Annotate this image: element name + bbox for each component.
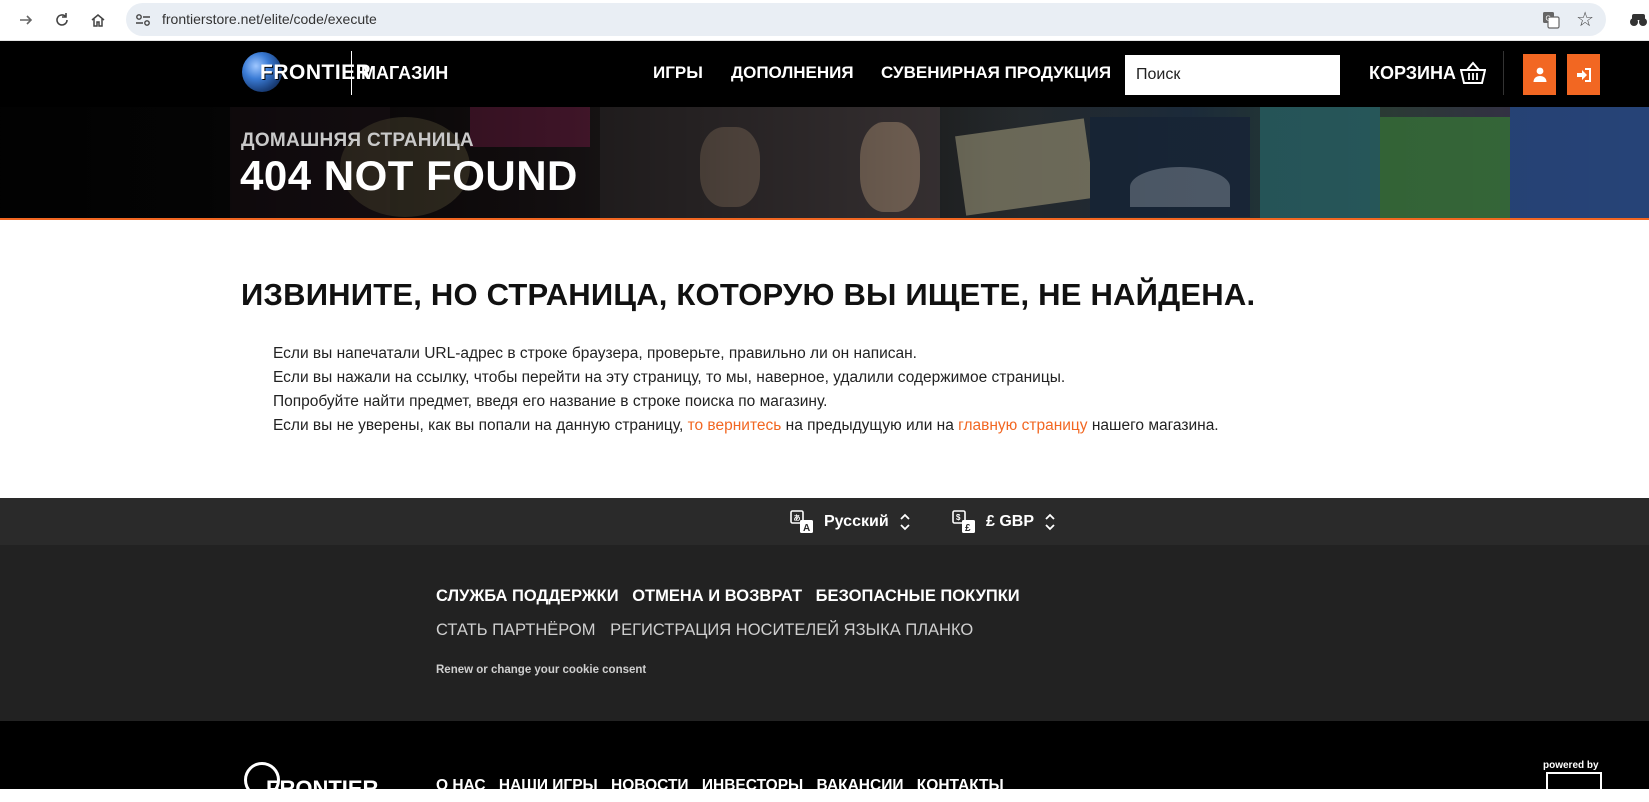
footer-primary-links: СЛУЖБА ПОДДЕРЖКИ ОТМЕНА И ВОЗВРАТ БЕЗОПА… bbox=[436, 587, 1029, 606]
error-message-line-1: Если вы напечатали URL-адрес в строке бр… bbox=[273, 345, 917, 362]
login-button[interactable] bbox=[1567, 54, 1600, 95]
account-button[interactable] bbox=[1523, 54, 1556, 95]
footer-link-jobs[interactable]: ВАКАНСИИ bbox=[817, 777, 904, 794]
footer-link-partner[interactable]: СТАТЬ ПАРТНЁРОМ bbox=[436, 621, 595, 639]
footer-frontier-logo[interactable]: FRONTIER bbox=[266, 776, 378, 802]
reload-icon[interactable] bbox=[48, 6, 76, 34]
cart-link[interactable]: КОРЗИНА bbox=[1369, 63, 1456, 84]
footer-link-secure-shopping[interactable]: БЕЗОПАСНЫЕ ПОКУПКИ bbox=[816, 587, 1020, 605]
header-divider bbox=[1503, 51, 1504, 95]
footer-bottom-links: О НАС НАШИ ИГРЫ НОВОСТИ ИНВЕСТОРЫ ВАКАНС… bbox=[436, 777, 1013, 795]
language-icon: Aあ bbox=[790, 510, 813, 534]
language-value[interactable]: Русский bbox=[824, 513, 889, 531]
home-page-link[interactable]: главную страницу bbox=[958, 417, 1087, 434]
page-title: 404 NOT FOUND bbox=[240, 152, 578, 199]
error-message-line-2: Если вы нажали на ссылку, чтобы перейти … bbox=[273, 369, 1066, 386]
cookie-consent-link[interactable]: Renew or change your cookie consent bbox=[436, 664, 646, 676]
footer-link-our-games[interactable]: НАШИ ИГРЫ bbox=[499, 777, 598, 794]
store-label[interactable]: МАГАЗИН bbox=[361, 63, 448, 84]
svg-text:G: G bbox=[1546, 16, 1551, 23]
svg-text:$: $ bbox=[956, 513, 961, 522]
updown-chevron-icon bbox=[1045, 513, 1055, 531]
error-heading: ИЗВИНИТЕ, НО СТРАНИЦА, КОТОРУЮ ВЫ ИЩЕТЕ,… bbox=[241, 277, 1256, 312]
currency-selector[interactable]: £ $ £ GBP bbox=[952, 510, 1056, 534]
go-back-link[interactable]: то вернитесь bbox=[688, 417, 782, 434]
error-message-line-4: Если вы не уверены, как вы попали на дан… bbox=[273, 417, 1219, 435]
footer-link-returns[interactable]: ОТМЕНА И ВОЗВРАТ bbox=[632, 587, 802, 605]
footer-link-about[interactable]: О НАС bbox=[436, 777, 486, 794]
site-info-icon[interactable] bbox=[134, 11, 152, 29]
site-header: FRONTIER МАГАЗИН ИГРЫ ДОПОЛНЕНИЯ СУВЕНИР… bbox=[0, 41, 1649, 107]
nav-games[interactable]: ИГРЫ bbox=[653, 63, 703, 83]
browser-toolbar: frontierstore.net/elite/code/execute G ☆ bbox=[0, 0, 1649, 41]
currency-icon: £$ bbox=[952, 510, 975, 534]
address-bar[interactable]: frontierstore.net/elite/code/execute G ☆ bbox=[126, 3, 1606, 36]
powered-by-label: powered by bbox=[1543, 760, 1599, 771]
footer-link-investors[interactable]: ИНВЕСТОРЫ bbox=[702, 777, 803, 794]
user-icon bbox=[1533, 67, 1546, 82]
line4-text-end: нашего магазина. bbox=[1087, 417, 1219, 434]
frontier-logo[interactable]: FRONTIER bbox=[260, 61, 371, 85]
logo-divider bbox=[351, 51, 352, 95]
url-text[interactable]: frontierstore.net/elite/code/execute bbox=[162, 11, 377, 27]
hero-accent-border bbox=[0, 218, 1649, 220]
nav-merchandise[interactable]: СУВЕНИРНАЯ ПРОДУКЦИЯ bbox=[881, 63, 1111, 83]
line4-text-middle: на предыдущую или на bbox=[781, 417, 959, 434]
svg-text:あ: あ bbox=[794, 513, 801, 522]
svg-text:£: £ bbox=[965, 523, 971, 534]
nav-expansions[interactable]: ДОПОЛНЕНИЯ bbox=[731, 63, 854, 83]
extension-icon[interactable] bbox=[1627, 8, 1649, 30]
home-icon[interactable] bbox=[84, 6, 112, 34]
updown-chevron-icon bbox=[900, 513, 910, 531]
powered-by-badge[interactable] bbox=[1546, 772, 1602, 796]
sign-in-icon bbox=[1576, 67, 1591, 82]
language-selector[interactable]: Aあ Русский bbox=[790, 510, 911, 534]
basket-icon[interactable] bbox=[1459, 61, 1487, 85]
footer-secondary-links: СТАТЬ ПАРТНЁРОМ РЕГИСТРАЦИЯ НОСИТЕЛЕЙ ЯЗ… bbox=[436, 621, 983, 640]
translate-icon[interactable]: G bbox=[1542, 11, 1560, 29]
search-input[interactable] bbox=[1125, 55, 1340, 95]
currency-value[interactable]: £ GBP bbox=[986, 513, 1034, 531]
footer-link-planco-registration[interactable]: РЕГИСТРАЦИЯ НОСИТЕЛЕЙ ЯЗЫКА ПЛАНКО bbox=[610, 621, 973, 639]
forward-icon[interactable] bbox=[12, 6, 40, 34]
locale-bar: Aあ Русский £ $ £ GBP bbox=[0, 498, 1649, 545]
footer-link-news[interactable]: НОВОСТИ bbox=[611, 777, 689, 794]
footer-link-support[interactable]: СЛУЖБА ПОДДЕРЖКИ bbox=[436, 587, 619, 605]
footer-link-contacts[interactable]: КОНТАКТЫ bbox=[917, 777, 1004, 794]
svg-text:A: A bbox=[803, 523, 810, 534]
breadcrumb-home[interactable]: ДОМАШНЯЯ СТРАНИЦА bbox=[241, 130, 474, 152]
line4-text-start: Если вы не уверены, как вы попали на дан… bbox=[273, 417, 688, 434]
bookmark-star-icon[interactable]: ☆ bbox=[1576, 7, 1594, 32]
error-message-line-3: Попробуйте найти предмет, введя его назв… bbox=[273, 393, 828, 410]
